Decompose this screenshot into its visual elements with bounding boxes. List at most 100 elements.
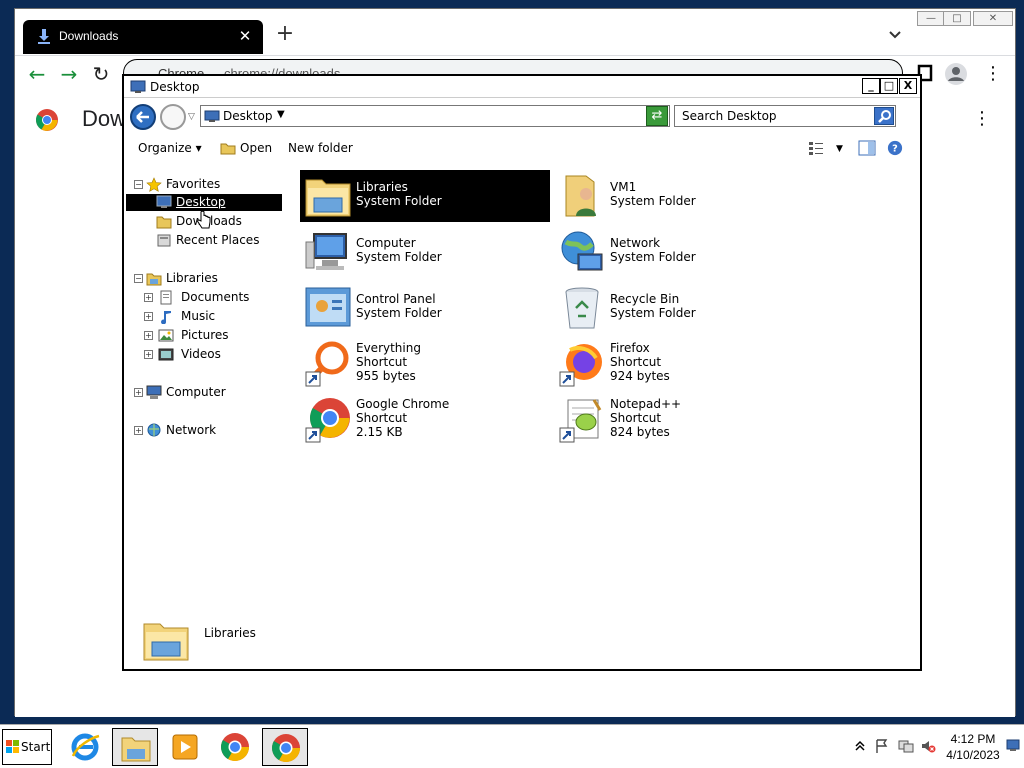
view-options-icon[interactable] [808, 140, 826, 156]
chrome-menu-button[interactable]: ⋮ [981, 63, 1005, 87]
file-item-text: Notepad++ Shortcut 824 bytes [610, 397, 681, 439]
details-name: Libraries [204, 626, 256, 640]
taskbar-media-player[interactable] [162, 728, 208, 766]
file-item-network[interactable]: Network System Folder [554, 226, 804, 278]
tree-music[interactable]: + Music [144, 308, 284, 325]
tree-network[interactable]: + Network [134, 422, 284, 439]
expand-icon[interactable]: + [144, 293, 153, 302]
search-input[interactable] [677, 108, 871, 124]
close-button[interactable]: X [899, 78, 917, 94]
back-button[interactable] [130, 104, 156, 130]
history-dropdown-icon[interactable]: ▽ [188, 112, 195, 122]
action-center-flag-icon[interactable] [874, 738, 890, 754]
file-type: System Folder [356, 250, 442, 264]
tab-downloads[interactable]: Downloads ✕ [23, 20, 263, 54]
expand-icon[interactable]: + [144, 312, 153, 321]
tree-computer[interactable]: + Computer [134, 384, 284, 401]
tree-videos[interactable]: + Videos [144, 346, 284, 363]
new-folder-button[interactable]: New folder [288, 141, 353, 155]
file-item-libraries[interactable]: Libraries System Folder [300, 170, 550, 222]
chevron-down-icon[interactable] [885, 25, 905, 45]
file-name: Network [610, 236, 661, 250]
view-dropdown-icon[interactable]: ▼ [836, 144, 843, 154]
libraries-label: Libraries [166, 271, 218, 285]
file-type: System Folder [356, 194, 442, 208]
chevron-down-icon[interactable]: ▼ [277, 109, 285, 120]
chrome-maximize-button[interactable]: □ [943, 11, 971, 26]
file-item-google-chrome[interactable]: Google Chrome Shortcut 2.15 KB [300, 394, 550, 446]
file-item-vm1[interactable]: VM1 System Folder [554, 170, 804, 222]
windows-logo-icon [6, 740, 19, 753]
maximize-button[interactable]: □ [880, 78, 898, 94]
reload-button[interactable]: ↻ [89, 63, 113, 87]
explorer-titlebar[interactable]: Desktop _ □ X [124, 76, 920, 98]
file-type: Shortcut [356, 411, 408, 425]
file-item-firefox[interactable]: Firefox Shortcut 924 bytes [554, 338, 804, 390]
start-button[interactable]: Start [2, 729, 52, 765]
expand-icon[interactable]: + [134, 388, 143, 397]
search-button[interactable] [874, 107, 894, 125]
network-status-icon[interactable] [898, 738, 914, 754]
file-item-computer[interactable]: Computer System Folder [300, 226, 550, 278]
profile-avatar[interactable] [945, 63, 967, 85]
refresh-button[interactable]: ⇄ [646, 106, 668, 126]
forward-button[interactable]: → [57, 63, 81, 87]
computer-icon [305, 233, 347, 270]
volume-muted-icon[interactable] [920, 738, 936, 754]
file-type: System Folder [610, 194, 696, 208]
file-size: 955 bytes [356, 369, 416, 383]
organize-button[interactable]: Organize ▾ [138, 141, 202, 155]
address-bar[interactable]: Desktop ▼ ▼ [200, 105, 670, 127]
show-hidden-icons-chevron-icon[interactable] [852, 738, 868, 754]
tree-favorites[interactable]: − Favorites [134, 176, 284, 193]
tree-downloads[interactable]: Downloads [156, 213, 284, 230]
file-size: 924 bytes [610, 369, 670, 383]
tree-documents[interactable]: + Documents [144, 289, 284, 306]
file-item-notepad-plus-plus[interactable]: Notepad++ Shortcut 824 bytes [554, 394, 804, 446]
file-item-text: VM1 System Folder [610, 180, 696, 208]
preview-pane-icon[interactable] [858, 140, 876, 156]
folder-icon [156, 216, 172, 229]
download-icon [38, 29, 50, 44]
back-button[interactable]: ← [25, 63, 49, 87]
collapse-icon[interactable]: − [134, 180, 143, 189]
tab-close-button[interactable]: ✕ [235, 26, 255, 46]
taskbar-chrome-active[interactable] [262, 728, 308, 766]
chrome-close-button[interactable]: ✕ [973, 11, 1013, 26]
tree-desktop[interactable]: Desktop [126, 194, 282, 211]
forward-button[interactable] [160, 104, 186, 130]
search-box[interactable] [674, 105, 896, 127]
documents-icon [160, 290, 172, 305]
chrome-minimize-button[interactable]: — [917, 11, 945, 26]
videos-icon [158, 348, 174, 361]
expand-icon[interactable]: + [134, 426, 143, 435]
help-icon[interactable]: ? [886, 140, 904, 156]
tab-title: Downloads [59, 29, 119, 43]
file-item-recycle-bin[interactable]: Recycle Bin System Folder [554, 282, 804, 334]
downloads-menu-button[interactable]: ⋮ [973, 110, 991, 130]
tree-recent-places[interactable]: Recent Places [156, 232, 284, 249]
collapse-icon[interactable]: − [134, 274, 143, 283]
star-icon [146, 177, 162, 192]
file-item-text: Computer System Folder [356, 236, 442, 264]
file-item-text: Control Panel System Folder [356, 292, 442, 320]
open-button[interactable]: Open [220, 141, 272, 155]
system-clock[interactable]: 4:12 PM 4/10/2023 [942, 731, 1004, 763]
tree-pictures[interactable]: + Pictures [144, 327, 284, 344]
tree-libraries[interactable]: − Libraries [134, 270, 284, 287]
expand-icon[interactable]: + [144, 350, 153, 359]
taskbar-internet-explorer[interactable] [62, 728, 108, 766]
file-item-everything[interactable]: Everything Shortcut 955 bytes [300, 338, 550, 390]
firefox-icon [559, 344, 602, 387]
minimize-button[interactable]: _ [862, 78, 880, 94]
documents-label: Documents [181, 290, 250, 304]
expand-icon[interactable]: + [144, 331, 153, 340]
taskbar-chrome[interactable] [212, 728, 258, 766]
chrome-icon [221, 733, 249, 761]
file-item-control-panel[interactable]: Control Panel System Folder [300, 282, 550, 334]
navigation-pane: − Favorites Desktop Downloads Recent [124, 170, 290, 590]
taskbar-explorer[interactable] [112, 728, 158, 766]
new-tab-button[interactable]: + [273, 23, 297, 47]
show-desktop-icon[interactable] [1006, 739, 1020, 753]
control-panel-icon [305, 287, 351, 327]
